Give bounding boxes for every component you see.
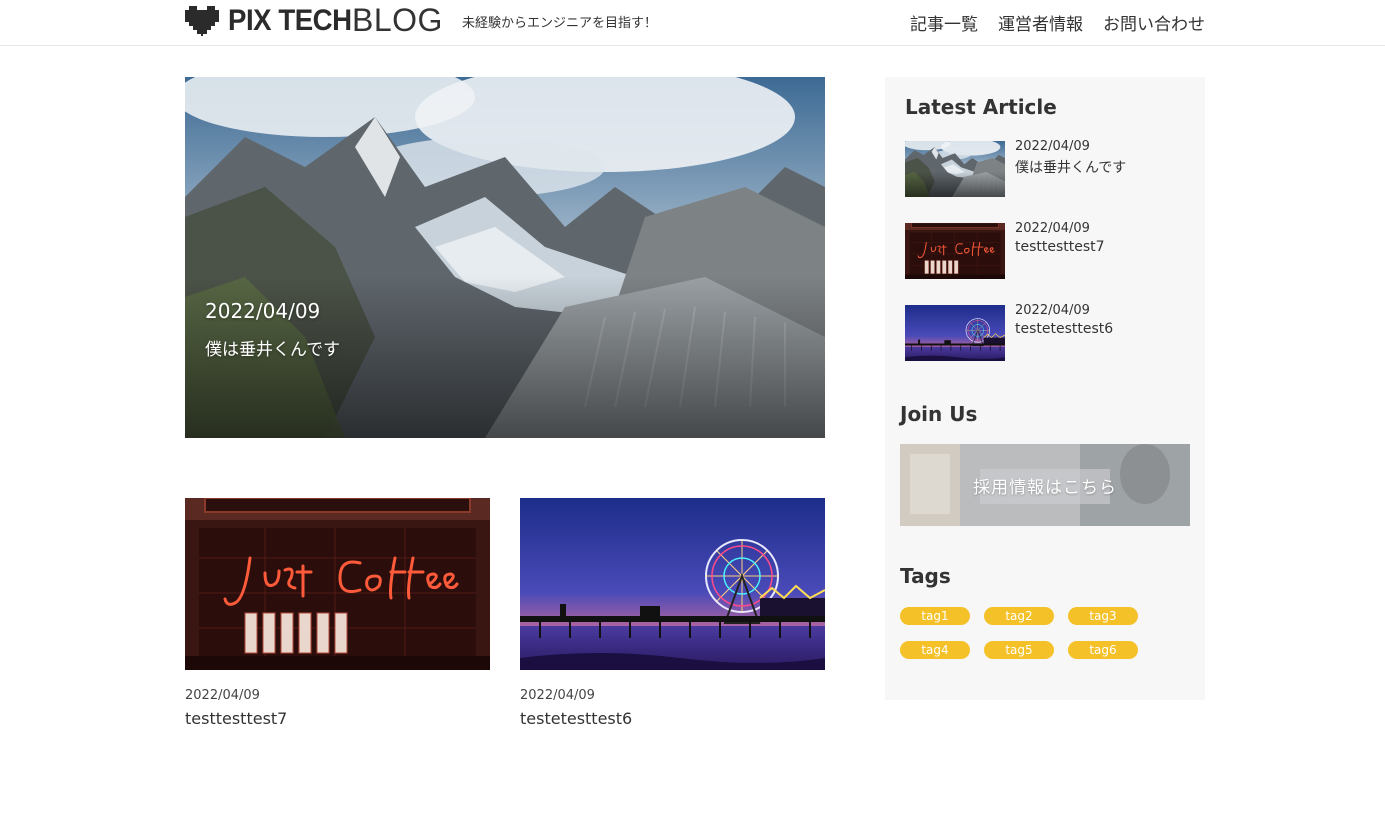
article-thumbnail[interactable]: [520, 498, 825, 670]
hero-image: [185, 77, 825, 438]
latest-date: 2022/04/09: [1015, 303, 1090, 318]
article-card[interactable]: 2022/04/09 testtesttest7: [185, 498, 490, 728]
tag-pill[interactable]: tag1: [900, 607, 970, 625]
site-tagline: 未経験からエンジニアを目指す！: [462, 16, 658, 31]
latest-date: 2022/04/09: [1015, 139, 1090, 154]
latest-title[interactable]: 僕は垂井くんです: [1015, 157, 1126, 177]
latest-date: 2022/04/09: [1015, 221, 1090, 236]
latest-title[interactable]: testetesttest6: [1015, 321, 1113, 337]
site-header: PIX TECH BLOG 未経験からエンジニアを目指す！ 記事一覧 運営者情報…: [0, 0, 1385, 46]
latest-article-item[interactable]: 2022/04/09 testetesttest6: [905, 303, 1185, 361]
tags-heading: Tags: [900, 564, 951, 588]
article-card[interactable]: 2022/04/09 testetesttest6: [520, 498, 825, 728]
nav-articles[interactable]: 記事一覧: [910, 10, 978, 35]
article-date: 2022/04/09: [185, 688, 260, 703]
tag-pill[interactable]: tag2: [984, 607, 1054, 625]
latest-title[interactable]: testtesttest7: [1015, 239, 1105, 255]
sidebar: Latest Article 2022/04/09 僕は垂井くんです 2022/…: [885, 77, 1205, 700]
join-us-heading: Join Us: [900, 402, 978, 426]
article-date: 2022/04/09: [520, 688, 595, 703]
tag-pill[interactable]: tag4: [900, 641, 970, 659]
site-logo[interactable]: PIX TECH BLOG: [185, 2, 442, 38]
recruit-banner-label: 採用情報はこちら: [973, 477, 1117, 498]
tag-pill[interactable]: tag3: [1068, 607, 1138, 625]
latest-thumbnail[interactable]: [905, 305, 1005, 361]
hero-date: 2022/04/09: [205, 299, 321, 323]
article-thumbnail[interactable]: [185, 498, 490, 670]
latest-thumbnail[interactable]: [905, 141, 1005, 197]
article-title[interactable]: testtesttest7: [185, 709, 490, 728]
tag-pill[interactable]: tag6: [1068, 641, 1138, 659]
latest-thumbnail[interactable]: [905, 223, 1005, 279]
recruit-banner[interactable]: 採用情報はこちら: [900, 444, 1190, 526]
latest-article-item[interactable]: 2022/04/09 僕は垂井くんです: [905, 139, 1185, 197]
hero-article[interactable]: 2022/04/09 僕は垂井くんです: [185, 77, 825, 438]
latest-article-heading: Latest Article: [905, 95, 1057, 119]
hero-title[interactable]: 僕は垂井くんです: [205, 335, 340, 360]
heart-icon: [185, 6, 219, 36]
tag-pill[interactable]: tag5: [984, 641, 1054, 659]
logo-text: PIX TECH: [228, 4, 352, 37]
nav-about[interactable]: 運営者情報: [998, 10, 1083, 35]
article-title[interactable]: testetesttest6: [520, 709, 825, 728]
nav-contact[interactable]: お問い合わせ: [1103, 10, 1205, 35]
logo-blog-text: BLOG: [352, 2, 443, 38]
latest-article-item[interactable]: 2022/04/09 testtesttest7: [905, 221, 1185, 279]
main-nav: 記事一覧 運営者情報 お問い合わせ: [910, 10, 1205, 35]
